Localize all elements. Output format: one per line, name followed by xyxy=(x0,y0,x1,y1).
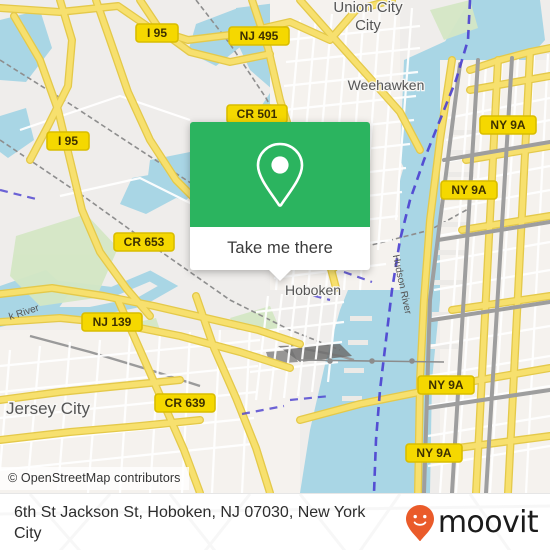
svg-text:NJ 495: NJ 495 xyxy=(240,29,279,43)
svg-text:NY 9A: NY 9A xyxy=(451,183,486,197)
svg-text:I 95: I 95 xyxy=(147,26,167,40)
osm-attribution[interactable]: © OpenStreetMap contributors xyxy=(0,467,189,490)
route-shield-i95-top: I 95 xyxy=(135,23,179,43)
svg-text:I 95: I 95 xyxy=(58,134,78,148)
svg-text:CR 653: CR 653 xyxy=(124,235,165,249)
route-shield-ny9a-3: NY 9A xyxy=(417,375,475,395)
route-shield-cr653: CR 653 xyxy=(113,232,175,252)
footer-bar: 6th St Jackson St, Hoboken, NJ 07030, Ne… xyxy=(0,493,550,550)
place-label-union-city-line2: City xyxy=(355,17,381,34)
location-pin-icon xyxy=(256,142,304,207)
route-shield-ny9a-2: NY 9A xyxy=(440,180,498,200)
moovit-brand[interactable]: moovit xyxy=(405,504,539,542)
route-shield-cr501: CR 501 xyxy=(226,104,288,124)
place-label-jersey-city: Jersey City xyxy=(6,399,91,418)
svg-text:NY 9A: NY 9A xyxy=(490,118,525,132)
svg-text:NJ 139: NJ 139 xyxy=(93,315,132,329)
svg-text:CR 501: CR 501 xyxy=(237,107,278,121)
take-me-there-label: Take me there xyxy=(227,239,333,257)
screenshot-root: Union City City Weehawken Hoboken Jersey… xyxy=(0,0,550,550)
route-shield-ny9a-4: NY 9A xyxy=(405,443,463,463)
route-shield-cr639: CR 639 xyxy=(154,393,216,413)
svg-text:CR 639: CR 639 xyxy=(165,396,206,410)
moovit-pin-logo xyxy=(405,504,434,541)
svg-text:NY 9A: NY 9A xyxy=(416,446,451,460)
card-action-row[interactable]: Take me there xyxy=(190,227,370,270)
route-shield-ny9a-1: NY 9A xyxy=(479,115,537,135)
place-label-weehawken: Weehawken xyxy=(348,77,425,93)
route-shield-nj139: NJ 139 xyxy=(81,312,143,332)
place-label-hoboken: Hoboken xyxy=(285,282,341,298)
card-pointer-tail xyxy=(269,270,291,281)
svg-text:NY 9A: NY 9A xyxy=(428,378,463,392)
moovit-wordmark: moovit xyxy=(437,505,539,540)
address-label: 6th St Jackson St, Hoboken, NJ 07030, Ne… xyxy=(14,503,366,542)
route-shield-i95-left: I 95 xyxy=(46,131,90,151)
place-label-union-city: Union City xyxy=(333,0,403,16)
card-header xyxy=(190,122,370,227)
take-me-there-card[interactable]: Take me there xyxy=(190,122,370,281)
route-shield-nj495: NJ 495 xyxy=(228,26,290,46)
